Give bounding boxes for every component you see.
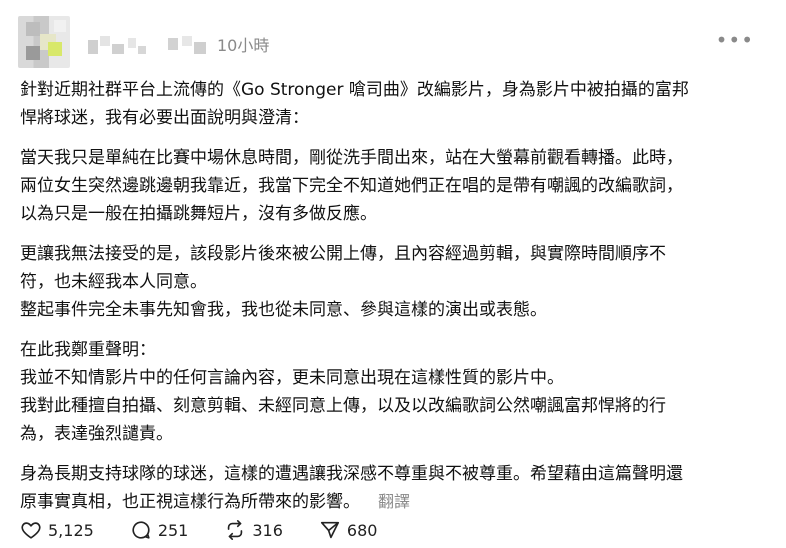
paragraph-4: 在此我鄭重聲明： 我並不知情影片中的任何言論內容，更未同意出現在這樣性質的影片中… [20,336,768,448]
repost-icon [228,520,243,540]
text-line: 悍將球迷，我有必要出面說明與澄清： [20,108,309,128]
text-line: 更讓我無法接受的是，該段影片後來被公開上傳，且內容經過剪輯，與實際時間順序不 [20,244,666,264]
like-count: 5,125 [48,520,94,540]
post-timestamp: 10小時 [217,36,270,55]
heart-icon [21,522,41,539]
send-icon [320,521,339,539]
comment-bubble-icon [132,521,150,539]
share-button[interactable]: 680 [319,519,378,541]
text-line: 我並不知情影片中的任何言論內容，更未同意出現在這樣性質的影片中。 [20,368,564,388]
text-line: 整起事件完全未事先知會我，我也從未同意、參與這樣的演出或表態。 [20,300,547,320]
repost-button[interactable]: 316 [224,519,283,541]
text-line: 我對此種擅自拍攝、刻意剪輯、未經同意上傳，以及以改編歌詞公然嘲諷富邦悍將的行 [20,396,666,416]
repost-count: 316 [252,520,283,540]
paragraph-2: 當天我只是單純在比賽中場休息時間，剛從洗手間出來，站在大螢幕前觀看轉播。此時， … [20,144,768,228]
text-line: 原事實真相，也正視這樣行為所帶來的影響。 [20,492,360,512]
text-line: 當天我只是單純在比賽中場休息時間，剛從洗手間出來，站在大螢幕前觀看轉播。此時， [20,148,683,168]
post-content: 針對近期社群平台上流傳的《Go Stronger 嗆司曲》改編影片，身為影片中被… [20,76,768,516]
translate-link[interactable]: 翻譯 [378,492,410,511]
share-count: 680 [346,520,378,540]
text-line: 身為長期支持球隊的球迷，這樣的遭遇讓我深感不尊重與不被尊重。希望藉由這篇聲明還 [20,464,683,484]
post-actions: 5,125 251 316 680 [20,517,413,543]
text-line: 兩位女生突然邊跳邊朝我靠近，我當下完全不知道她們正在唱的是帶有嘲諷的改編歌詞， [20,176,683,196]
text-line: 在此我鄭重聲明： [20,340,156,360]
text-line: 針對近期社群平台上流傳的《Go Stronger 嗆司曲》改編影片，身為影片中被… [20,80,689,100]
like-button[interactable]: 5,125 [20,519,94,541]
avatar[interactable] [18,16,70,68]
text-line: 以為只是一般在拍攝跳舞短片，沒有多做反應。 [20,204,377,224]
more-horizontal-icon: ••• [715,28,754,52]
text-line: 為，表達強烈譴責。 [20,424,173,444]
paragraph-3: 更讓我無法接受的是，該段影片後來被公開上傳，且內容經過剪輯，與實際時間順序不 符… [20,240,768,324]
comment-count: 251 [157,520,189,540]
username-redacted-2 [168,34,210,64]
username-redacted[interactable] [88,34,148,64]
more-options-button[interactable]: ••• [716,30,754,50]
comment-button[interactable]: 251 [130,519,189,541]
threads-post: 10小時 ••• 針對近期社群平台上流傳的《Go Stronger 嗆司曲》改編… [0,0,786,548]
paragraph-1: 針對近期社群平台上流傳的《Go Stronger 嗆司曲》改編影片，身為影片中被… [20,76,768,132]
post-header: 10小時 ••• [18,16,768,68]
text-line: 符，也未經我本人同意。 [20,272,207,292]
paragraph-5: 身為長期支持球隊的球迷，這樣的遭遇讓我深感不尊重與不被尊重。希望藉由這篇聲明還 … [20,460,768,516]
